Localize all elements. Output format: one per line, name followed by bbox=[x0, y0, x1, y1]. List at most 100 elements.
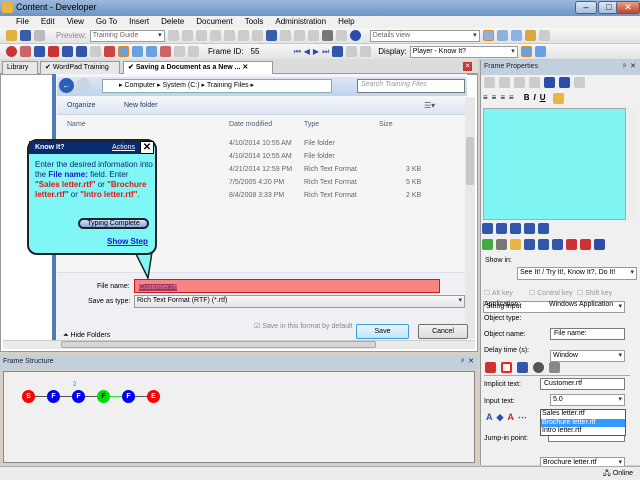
dialog-vertical-scrollbar[interactable] bbox=[465, 97, 475, 339]
file-row[interactable]: 8/4/2008 3:33 PM Rich Text Format 2 KB bbox=[229, 192, 429, 199]
tool-icon[interactable] bbox=[538, 239, 549, 250]
spellcheck-icon[interactable] bbox=[335, 30, 347, 41]
crumb-system[interactable]: System (C:) bbox=[163, 82, 200, 89]
superscript-icon[interactable]: A bbox=[507, 412, 514, 423]
tool-icon[interactable] bbox=[552, 239, 563, 250]
color-icon[interactable] bbox=[553, 93, 565, 104]
save-default-checkbox[interactable]: ☑ Save in this format by default bbox=[254, 322, 364, 330]
grey2-icon[interactable] bbox=[188, 46, 199, 57]
col-date[interactable]: Date modified bbox=[229, 121, 272, 128]
crumb-computer[interactable]: Computer bbox=[124, 82, 155, 89]
show-step-link[interactable]: Show Step bbox=[107, 237, 148, 246]
preview-select[interactable]: Training Guide bbox=[89, 29, 165, 42]
recapture-icon[interactable] bbox=[132, 46, 143, 57]
organize-button[interactable]: Organize bbox=[67, 102, 95, 109]
display-select[interactable]: Player - Know It? bbox=[409, 45, 518, 58]
file-row[interactable]: 4/10/2014 10:55 AM File folder bbox=[229, 153, 429, 160]
tab-wordpad-training[interactable]: ✔ WordPad Training bbox=[40, 61, 120, 74]
views-icon[interactable]: ☰▾ bbox=[424, 101, 435, 110]
screen-icon[interactable] bbox=[160, 46, 171, 57]
layout-3-icon[interactable] bbox=[510, 30, 522, 41]
position-icon[interactable] bbox=[517, 362, 528, 373]
file-name-input[interactable]: Customer.rtf bbox=[134, 279, 440, 293]
grey1-icon[interactable] bbox=[174, 46, 185, 57]
bubble-close-button[interactable]: ✕ bbox=[140, 141, 154, 154]
new-folder-button[interactable]: New folder bbox=[124, 102, 157, 109]
spell-icon[interactable] bbox=[574, 77, 585, 88]
menu-edit[interactable]: Edit bbox=[35, 16, 61, 28]
tool-icon[interactable] bbox=[538, 223, 549, 234]
implicit-text-input[interactable]: Customer.rtf bbox=[540, 378, 625, 390]
menu-help[interactable]: Help bbox=[332, 16, 360, 28]
cut-icon[interactable] bbox=[181, 30, 193, 41]
copy-icon[interactable] bbox=[499, 77, 510, 88]
nav1-icon[interactable] bbox=[346, 46, 358, 57]
crumb-training-files[interactable]: Training Files bbox=[207, 82, 249, 89]
nav2-icon[interactable] bbox=[360, 46, 372, 57]
pin-icon[interactable]: ᵖ bbox=[623, 60, 626, 74]
binoculars-icon[interactable] bbox=[321, 30, 333, 41]
tab-saving-document[interactable]: ✔ Saving a Document as a New ... ✕ bbox=[123, 61, 273, 74]
bold-icon[interactable]: B bbox=[524, 93, 530, 104]
frame-node[interactable]: F bbox=[72, 390, 85, 403]
goto-frame-icon[interactable] bbox=[332, 46, 344, 57]
show-in-select[interactable]: See It! / Try It!, Know It?, Do It! bbox=[517, 267, 637, 280]
font-icon[interactable] bbox=[544, 77, 555, 88]
zoom-icon[interactable] bbox=[20, 46, 31, 57]
menu-document[interactable]: Document bbox=[190, 16, 238, 28]
alt-key-checkbox[interactable]: ☐ Alt key bbox=[484, 289, 513, 297]
structure-icon[interactable] bbox=[76, 46, 87, 57]
recorder-icon[interactable] bbox=[118, 46, 129, 57]
hand-icon[interactable] bbox=[510, 239, 521, 250]
refresh-icon[interactable] bbox=[538, 30, 550, 41]
tool-icon[interactable] bbox=[580, 239, 591, 250]
shift-key-checkbox[interactable]: ☐ Shift key bbox=[577, 289, 612, 297]
tool-icon[interactable] bbox=[510, 223, 521, 234]
menu-file[interactable]: File bbox=[10, 16, 35, 28]
display-mode-1-icon[interactable] bbox=[520, 46, 532, 57]
copy-icon[interactable] bbox=[195, 30, 207, 41]
go-icon[interactable] bbox=[167, 30, 179, 41]
save-button[interactable]: Save bbox=[356, 324, 409, 339]
redo-icon[interactable] bbox=[279, 30, 291, 41]
menu-insert[interactable]: Insert bbox=[123, 16, 155, 28]
find-icon[interactable] bbox=[251, 30, 263, 41]
search-input[interactable]: Search Training Files bbox=[357, 79, 465, 93]
add-action-icon[interactable] bbox=[34, 46, 45, 57]
branch-icon[interactable] bbox=[62, 46, 73, 57]
cut-icon[interactable] bbox=[484, 77, 495, 88]
frame-node-start[interactable]: S bbox=[22, 390, 35, 403]
bubble-text-editor[interactable] bbox=[483, 108, 626, 220]
delete-icon[interactable] bbox=[223, 30, 235, 41]
close-panel-icon[interactable]: ✕ bbox=[468, 355, 474, 369]
underline-icon[interactable]: U bbox=[540, 93, 546, 104]
layout-2-icon[interactable] bbox=[496, 30, 508, 41]
delete-icon[interactable] bbox=[529, 77, 540, 88]
print-icon[interactable] bbox=[34, 30, 45, 41]
properties-icon[interactable] bbox=[237, 30, 249, 41]
align-right-icon[interactable]: ≡ bbox=[500, 93, 505, 104]
remove-action-icon[interactable] bbox=[48, 46, 59, 57]
disabled-icon[interactable] bbox=[90, 46, 101, 57]
expand-icon[interactable] bbox=[293, 30, 305, 41]
file-row[interactable]: 4/10/2014 10:55 AM File folder bbox=[229, 140, 429, 147]
object-type-select[interactable]: Window bbox=[550, 350, 625, 362]
delay-select[interactable]: 5.0 bbox=[550, 394, 625, 406]
frame-node[interactable]: F bbox=[122, 390, 135, 403]
layout-1-icon[interactable] bbox=[482, 30, 494, 41]
paste-icon[interactable] bbox=[514, 77, 525, 88]
help-icon[interactable] bbox=[349, 30, 361, 41]
first-frame-icon[interactable]: ⏮ bbox=[294, 47, 301, 57]
insert-frame-icon[interactable] bbox=[146, 46, 157, 57]
italic-icon[interactable]: I bbox=[533, 93, 535, 104]
pointer-icon[interactable] bbox=[549, 362, 560, 373]
forward-button[interactable] bbox=[76, 78, 91, 93]
bubble-actions-link[interactable]: Actions bbox=[112, 141, 135, 154]
menu-view[interactable]: View bbox=[61, 16, 90, 28]
menu-goto[interactable]: Go To bbox=[90, 16, 123, 28]
save-icon[interactable] bbox=[20, 30, 31, 41]
editor-scrollbar[interactable] bbox=[626, 108, 635, 220]
dropdown-option[interactable]: Intro letter.rtf bbox=[541, 427, 625, 436]
col-type[interactable]: Type bbox=[304, 121, 319, 128]
file-row[interactable]: 4/21/2014 12:59 PM Rich Text Format 3 KB bbox=[229, 166, 429, 173]
